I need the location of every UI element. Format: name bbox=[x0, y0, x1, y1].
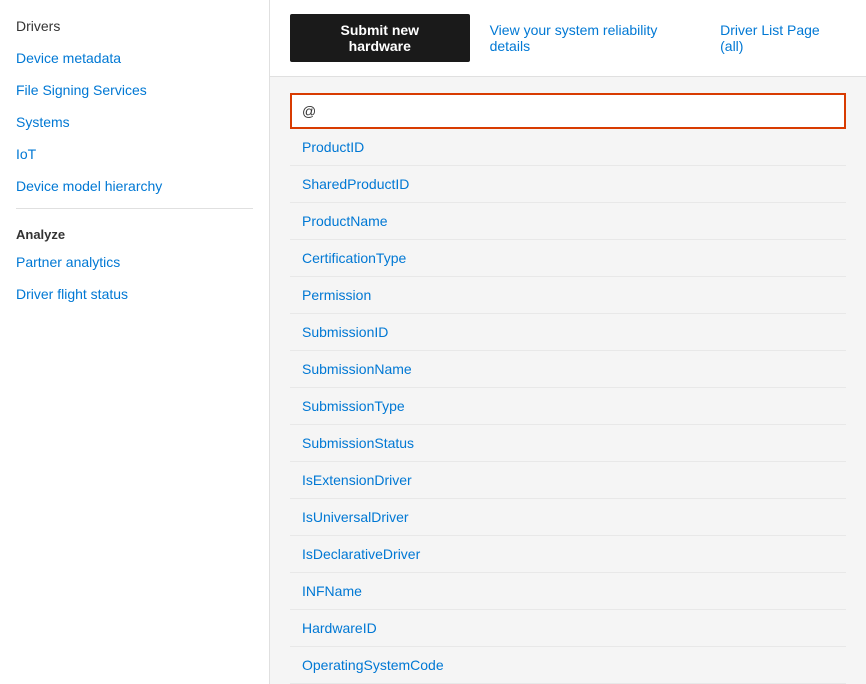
sidebar-item-systems[interactable]: Systems bbox=[0, 106, 269, 138]
field-list: ProductIDSharedProductIDProductNameCerti… bbox=[290, 129, 846, 684]
list-item[interactable]: IsUniversalDriver bbox=[290, 499, 846, 536]
list-item[interactable]: Permission bbox=[290, 277, 846, 314]
list-item[interactable]: OperatingSystemCode bbox=[290, 647, 846, 684]
content-area: @ ProductIDSharedProductIDProductNameCer… bbox=[270, 77, 866, 684]
submit-new-hardware-button[interactable]: Submit new hardware bbox=[290, 14, 470, 62]
list-item[interactable]: SubmissionID bbox=[290, 314, 846, 351]
sidebar-item-device-metadata[interactable]: Device metadata bbox=[0, 42, 269, 74]
sidebar-item-driver-flight-status[interactable]: Driver flight status bbox=[0, 278, 269, 310]
sidebar-item-drivers[interactable]: Drivers bbox=[0, 10, 269, 42]
toolbar: Submit new hardware View your system rel… bbox=[270, 0, 866, 77]
sidebar: Drivers Device metadata File Signing Ser… bbox=[0, 0, 270, 684]
sidebar-item-device-model-hierarchy[interactable]: Device model hierarchy bbox=[0, 170, 269, 202]
list-item[interactable]: INFName bbox=[290, 573, 846, 610]
list-item[interactable]: SharedProductID bbox=[290, 166, 846, 203]
sidebar-item-file-signing-services[interactable]: File Signing Services bbox=[0, 74, 269, 106]
list-item[interactable]: SubmissionStatus bbox=[290, 425, 846, 462]
filter-input[interactable] bbox=[326, 97, 844, 125]
list-item[interactable]: ProductName bbox=[290, 203, 846, 240]
list-item[interactable]: SubmissionName bbox=[290, 351, 846, 388]
list-item[interactable]: SubmissionType bbox=[290, 388, 846, 425]
reliability-details-link[interactable]: View your system reliability details bbox=[490, 22, 701, 54]
sidebar-divider bbox=[16, 208, 253, 209]
list-item[interactable]: ProductID bbox=[290, 129, 846, 166]
sidebar-item-iot[interactable]: IoT bbox=[0, 138, 269, 170]
main-content: Submit new hardware View your system rel… bbox=[270, 0, 866, 684]
sidebar-item-partner-analytics[interactable]: Partner analytics bbox=[0, 246, 269, 278]
analyze-section-label: Analyze bbox=[0, 215, 269, 246]
list-item[interactable]: IsDeclarativeDriver bbox=[290, 536, 846, 573]
at-icon: @ bbox=[292, 97, 326, 125]
list-item[interactable]: IsExtensionDriver bbox=[290, 462, 846, 499]
list-item[interactable]: CertificationType bbox=[290, 240, 846, 277]
filter-row[interactable]: @ bbox=[290, 93, 846, 129]
list-item[interactable]: HardwareID bbox=[290, 610, 846, 647]
driver-list-page-link[interactable]: Driver List Page (all) bbox=[720, 22, 846, 54]
